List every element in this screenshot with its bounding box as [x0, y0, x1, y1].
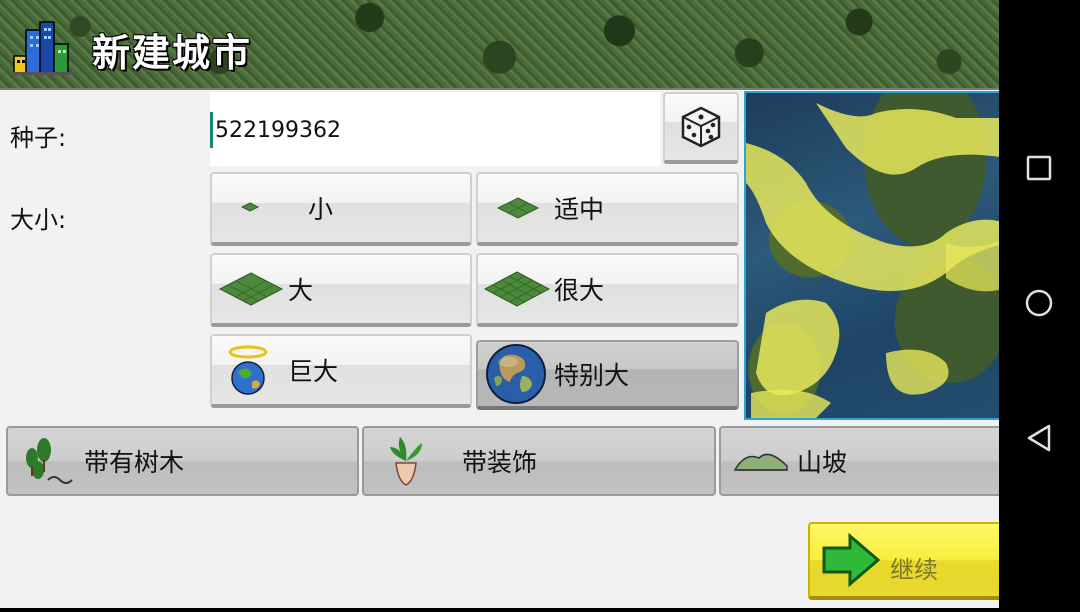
with-trees-label: 带有树木 [84, 448, 185, 477]
seed-field-box [210, 92, 660, 166]
slopes-label: 山坡 [797, 448, 848, 477]
hills-icon [733, 453, 788, 471]
system-nav-bar [999, 0, 1080, 608]
size-very-large-button[interactable]: 很大 [476, 253, 739, 327]
size-small-button[interactable]: 小 [210, 172, 472, 246]
map-preview [744, 91, 999, 420]
city-buildings-icon [12, 21, 74, 75]
medium-tile-icon [496, 197, 540, 219]
recents-icon [1026, 155, 1052, 181]
green-arrow-icon [822, 532, 881, 588]
back-icon [1027, 424, 1051, 452]
very-large-tile-icon [483, 271, 551, 307]
new-city-screen: 新建城市 种子: 大小: 小 适中 [0, 0, 999, 608]
page-title: 新建城市 [92, 31, 253, 75]
size-large-button[interactable]: 大 [210, 253, 472, 327]
seed-label: 种子: [10, 124, 67, 152]
recents-button[interactable] [1026, 155, 1052, 181]
size-medium-label: 适中 [554, 195, 605, 224]
continue-button[interactable]: 继续 [808, 522, 999, 600]
large-tile-icon [218, 272, 284, 306]
size-medium-button[interactable]: 适中 [476, 172, 739, 246]
with-decorations-label: 带装饰 [462, 448, 538, 477]
size-huge-label: 巨大 [288, 357, 339, 386]
with-trees-button[interactable]: 带有树木 [6, 426, 359, 496]
home-icon [1025, 289, 1053, 317]
size-large-label: 大 [288, 276, 314, 305]
continue-label: 继续 [890, 556, 938, 584]
slopes-button[interactable]: 山坡 [719, 426, 999, 496]
size-very-large-label: 很大 [554, 276, 605, 305]
earth-globe-icon [486, 344, 546, 404]
home-button[interactable] [1025, 289, 1053, 317]
header-bar: 新建城市 [0, 0, 999, 90]
size-huge-button[interactable]: 巨大 [210, 334, 472, 408]
size-extra-large-button[interactable]: 特别大 [476, 340, 739, 410]
globe-halo-icon [228, 345, 268, 395]
size-small-label: 小 [308, 195, 334, 224]
dice-icon [681, 106, 721, 148]
potted-plant-icon [390, 437, 422, 486]
tiny-tile-icon [240, 202, 260, 212]
size-extra-large-label: 特别大 [554, 361, 630, 390]
map-terrain-image [746, 103, 999, 418]
with-decorations-button[interactable]: 带装饰 [362, 426, 716, 496]
back-button[interactable] [1027, 424, 1051, 452]
random-seed-button[interactable] [663, 92, 739, 164]
size-label: 大小: [10, 206, 67, 234]
trees-icon [26, 438, 73, 484]
seed-input[interactable] [210, 112, 657, 148]
